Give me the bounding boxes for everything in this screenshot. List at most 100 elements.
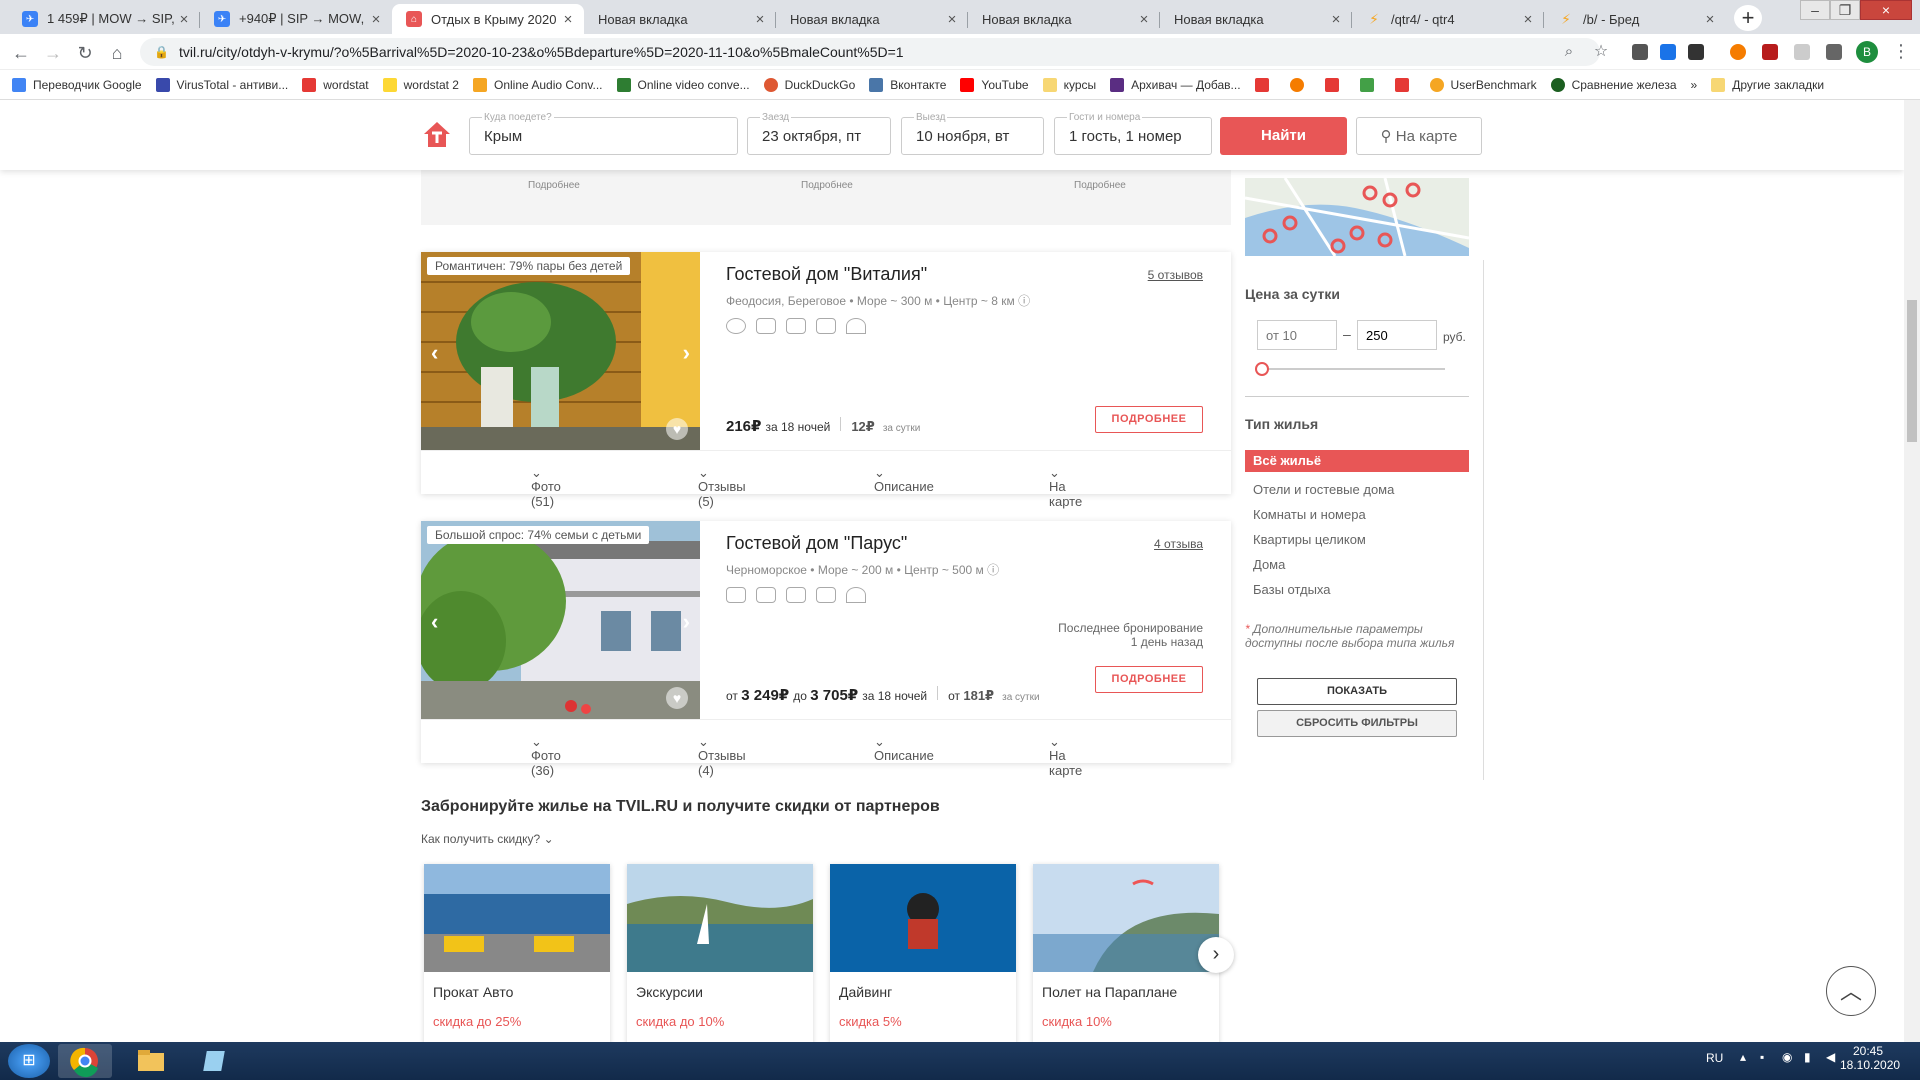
price-slider-handle[interactable] xyxy=(1255,362,1269,376)
description-tab[interactable]: Описание ⌄ xyxy=(874,734,934,763)
bookmark-item[interactable] xyxy=(1254,77,1276,92)
price-from-input[interactable] xyxy=(1257,320,1337,350)
extension-icon[interactable] xyxy=(1762,44,1778,60)
bookmark-item[interactable]: Online video conve... xyxy=(616,77,750,92)
address-bar[interactable]: 🔒 tvil.ru/city/otdyh-v-krymu/?o%5Barriva… xyxy=(140,38,1600,66)
tray-app-icon[interactable]: ▪ xyxy=(1760,1050,1764,1064)
chrome-taskbar-icon[interactable] xyxy=(58,1044,112,1078)
bookmark-item[interactable]: Вконтакте xyxy=(869,77,946,92)
bookmark-item[interactable]: YouTube xyxy=(960,77,1029,92)
bookmark-item[interactable]: DuckDuckGo xyxy=(763,77,855,92)
close-icon[interactable]: × xyxy=(1136,11,1152,28)
bookmark-item[interactable]: Архивач — Добав... xyxy=(1110,77,1241,92)
browser-tab[interactable]: ⚡ /b/ - Бред × xyxy=(1544,4,1726,34)
browser-tab[interactable]: Новая вкладка × xyxy=(776,4,968,34)
guests-field[interactable]: Гости и номера 1 гость, 1 номер xyxy=(1054,112,1212,155)
menu-kebab-icon[interactable]: ⋮ xyxy=(1888,38,1914,64)
bookmark-item[interactable] xyxy=(1394,77,1416,92)
show-button[interactable]: ПОКАЗАТЬ xyxy=(1257,678,1457,705)
type-option[interactable]: Базы отдыха xyxy=(1253,582,1331,597)
new-tab-icon[interactable]: + xyxy=(1734,5,1762,31)
clock[interactable]: 20:45 18.10.2020 xyxy=(1840,1044,1900,1072)
zoom-search-icon[interactable]: ⌕ xyxy=(1556,38,1582,64)
listing-title[interactable]: Гостевой дом "Виталия" xyxy=(726,264,927,285)
reviews-tab[interactable]: Отзывы (5) ⌄ xyxy=(698,465,746,509)
browser-tab[interactable]: Новая вкладка × xyxy=(1160,4,1352,34)
minimize-icon[interactable]: – xyxy=(1800,0,1830,20)
bookmark-item[interactable]: UserBenchmark xyxy=(1429,77,1537,92)
help-icon[interactable]: ⓘ xyxy=(1018,294,1030,308)
profile-avatar[interactable]: B xyxy=(1856,41,1878,63)
how-to-get-discount[interactable]: Как получить скидку? ⌄ xyxy=(421,832,554,846)
browser-tab[interactable]: ✈ 1 459₽ | MOW → SIP, 23 × xyxy=(8,4,200,34)
type-option[interactable]: Дома xyxy=(1253,557,1285,572)
type-option-all[interactable]: Всё жильё xyxy=(1245,450,1469,472)
chevron-right-icon[interactable]: › xyxy=(1198,937,1234,973)
type-option[interactable]: Отели и гостевые дома xyxy=(1253,482,1394,497)
keyboard-language[interactable]: RU xyxy=(1706,1051,1723,1065)
reviews-link[interactable]: 4 отзыва xyxy=(1154,537,1203,551)
bookmarks-overflow[interactable]: » xyxy=(1691,78,1698,92)
bookmark-item[interactable]: Сравнение железа xyxy=(1550,77,1677,92)
bookmark-item[interactable] xyxy=(1324,77,1346,92)
more-link[interactable]: Подробнее xyxy=(801,180,853,191)
photo-next-icon[interactable]: › xyxy=(683,609,690,635)
close-icon[interactable]: × xyxy=(368,11,384,28)
page-scrollbar[interactable] xyxy=(1904,100,1920,1042)
close-icon[interactable]: × xyxy=(1328,11,1344,28)
close-icon[interactable]: × xyxy=(752,11,768,28)
find-button[interactable]: Найти xyxy=(1220,117,1347,155)
bookmark-item[interactable]: Online Audio Conv... xyxy=(472,77,603,92)
listing-photo[interactable]: Романтичен: 79% пары без детей ‹ › ♥ xyxy=(421,252,700,450)
close-icon[interactable]: × xyxy=(560,11,576,28)
app-taskbar-icon[interactable] xyxy=(190,1044,244,1078)
browser-tab[interactable]: Новая вкладка × xyxy=(968,4,1160,34)
listing-photo[interactable]: Большой спрос: 74% семьи с детьми ‹ › ♥ xyxy=(421,521,700,719)
on-map-tab[interactable]: На карте ⌄ xyxy=(1049,465,1082,509)
bookmark-item[interactable]: wordstat xyxy=(302,77,369,92)
bookmark-item[interactable] xyxy=(1289,77,1311,92)
type-option[interactable]: Квартиры целиком xyxy=(1253,532,1366,547)
other-bookmarks[interactable]: Другие закладки xyxy=(1711,77,1824,92)
windows-start-icon[interactable]: ⊞ xyxy=(8,1044,50,1078)
browser-tab[interactable]: Новая вкладка × xyxy=(584,4,776,34)
close-icon[interactable]: × xyxy=(1520,11,1536,28)
extension-icon[interactable] xyxy=(1730,44,1746,60)
extension-icon[interactable] xyxy=(1632,44,1648,60)
bookmark-item[interactable]: VirusTotal - антиви... xyxy=(155,77,288,92)
checkout-field[interactable]: Выезд 10 ноября, вт xyxy=(901,112,1044,155)
tvil-logo-icon[interactable] xyxy=(422,120,452,150)
close-icon[interactable]: × xyxy=(1702,11,1718,28)
bookmark-folder[interactable]: курсы xyxy=(1042,77,1096,92)
scroll-to-top-icon[interactable]: ︿ xyxy=(1826,966,1876,1016)
photo-next-icon[interactable]: › xyxy=(683,340,690,366)
reviews-link[interactable]: 5 отзывов xyxy=(1148,268,1203,282)
photos-tab[interactable]: Фото (51) ⌄ xyxy=(531,465,561,509)
details-button[interactable]: ПОДРОБНЕЕ xyxy=(1095,666,1203,693)
mini-map[interactable] xyxy=(1245,178,1469,256)
type-option[interactable]: Комнаты и номера xyxy=(1253,507,1366,522)
maximize-icon[interactable]: ❐ xyxy=(1830,0,1860,20)
browser-tab[interactable]: ✈ +940₽ | SIP → MOW, 10 × xyxy=(200,4,392,34)
listing-title[interactable]: Гостевой дом "Парус" xyxy=(726,533,907,554)
extension-icon[interactable] xyxy=(1794,44,1810,60)
partner-card[interactable]: Прокат Авто скидка до 25% xyxy=(424,864,610,1042)
on-map-tab[interactable]: На карте ⌄ xyxy=(1049,734,1082,778)
partner-card[interactable]: Экскурсии скидка до 10% xyxy=(627,864,813,1042)
extension-icon[interactable] xyxy=(1688,44,1704,60)
browser-tab-active[interactable]: ⌂ Отдых в Крыму 2020 - × xyxy=(392,4,584,34)
network-icon[interactable]: ▮ xyxy=(1804,1050,1811,1064)
show-on-map-button[interactable]: ⚲ На карте xyxy=(1356,117,1482,155)
reload-icon[interactable]: ↻ xyxy=(72,40,98,66)
reviews-tab[interactable]: Отзывы (4) ⌄ xyxy=(698,734,746,778)
bookmark-item[interactable]: Переводчик Google xyxy=(12,77,142,92)
photo-prev-icon[interactable]: ‹ xyxy=(431,609,438,635)
window-close-icon[interactable]: × xyxy=(1860,0,1912,20)
volume-icon[interactable]: ◀ xyxy=(1826,1050,1835,1064)
partner-card[interactable]: Дайвинг скидка 5% xyxy=(830,864,1016,1042)
price-to-input[interactable] xyxy=(1357,320,1437,350)
forward-icon[interactable]: → xyxy=(40,40,66,66)
photo-prev-icon[interactable]: ‹ xyxy=(431,340,438,366)
partner-card[interactable]: Полет на Параплане скидка 10% xyxy=(1033,864,1219,1042)
back-icon[interactable]: ← xyxy=(8,40,34,66)
